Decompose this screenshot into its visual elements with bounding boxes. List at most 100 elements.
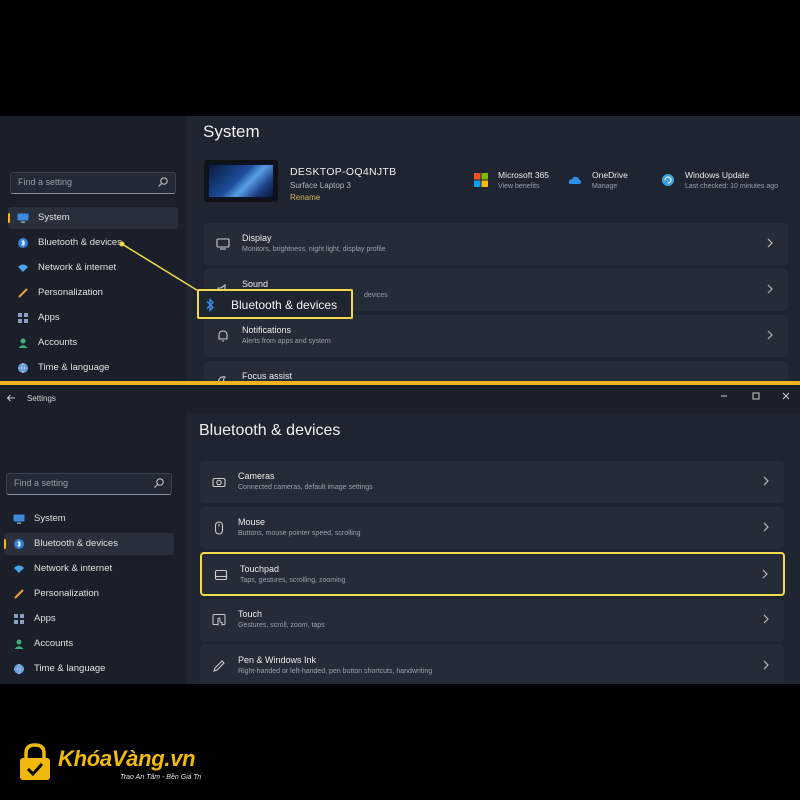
search-input[interactable]: Find a setting [10,172,176,194]
quick-link-sub: View benefits [498,183,540,190]
brush-icon [14,589,24,599]
wifi-icon [18,264,28,272]
top-sidebar: Find a setting System Bluetooth & device… [0,116,186,382]
card-title: Touchpad [240,564,280,574]
touchpad-icon [214,569,228,581]
card-subtitle: Gestures, scroll, zoom, taps [238,622,325,629]
quick-link-title: OneDrive [592,170,628,180]
device-model: Surface Laptop 3 [290,181,351,190]
sidebar-item-network[interactable]: Network & internet [4,558,174,580]
sidebar-item-label: Personalization [34,588,99,599]
brand-tagline: Trao An Tâm - Bền Giá Trị [120,774,202,781]
device-name: DESKTOP-OQ4NJTB [290,166,397,178]
sidebar-item-label: Bluetooth & devices [34,538,118,549]
quick-link-title: Microsoft 365 [498,170,550,180]
bluetooth-icon [206,297,214,313]
card-subtitle: Alerts from apps and system [242,338,331,345]
close-icon[interactable] [780,390,792,402]
brush-icon [18,288,28,298]
chevron-right-icon [767,284,773,294]
card-title: Touch [238,609,263,619]
sidebar-item-time-language[interactable]: Time & language [4,658,174,680]
chevron-right-icon [767,238,773,248]
sidebar-item-time-language[interactable]: Time & language [8,357,178,379]
bottom-settings-panel: Settings Find a setting System Bluetooth… [0,385,800,684]
top-settings-panel: Find a setting System Bluetooth & device… [0,116,800,382]
rename-link[interactable]: Rename [290,193,320,202]
sidebar-item-label: Personalization [38,287,103,298]
settings-card-display[interactable]: Display Monitors, brightness, night ligh… [204,223,788,265]
sidebar-item-system[interactable]: System [4,508,174,530]
page-title: System [203,122,260,141]
settings-card-cameras[interactable]: Cameras Connected cameras, default image… [200,461,784,503]
card-subtitle: devices [364,292,388,299]
settings-card-notifications[interactable]: Notifications Alerts from apps and syste… [204,315,788,357]
sidebar-item-label: Time & language [34,663,106,674]
card-title: Notifications [242,325,292,335]
cloud-icon [568,176,582,184]
card-title: Mouse [238,517,266,527]
globe-icon [14,663,24,675]
sidebar-item-apps[interactable]: Apps [8,307,178,329]
monitor-icon [17,213,29,223]
sidebar-item-label: Apps [38,312,60,323]
apps-icon [18,313,28,323]
search-icon [158,177,168,187]
search-placeholder: Find a setting [18,177,73,187]
device-thumbnail [204,160,278,202]
window-title-bar: Settings [0,385,800,413]
settings-card-mouse[interactable]: Mouse Buttons, mouse pointer speed, scro… [200,507,784,549]
mouse-icon [214,521,224,535]
card-subtitle: Monitors, brightness, night light, displ… [242,246,386,253]
sidebar-item-label: Accounts [34,638,74,649]
settings-card-touchpad[interactable]: Touchpad Taps, gestures, scrolling, zoom… [200,552,785,596]
bluetooth-icon [18,238,28,248]
card-subtitle: Buttons, mouse pointer speed, scrolling [238,530,361,537]
chevron-right-icon [763,476,769,486]
card-subtitle: Right-handed or left-handed, pen button … [238,668,433,675]
sidebar-item-personalization[interactable]: Personalization [4,583,174,605]
settings-card-touch[interactable]: Touch Gestures, scroll, zoom, taps [200,599,784,641]
page-title: Bluetooth & devices [199,422,341,439]
sidebar-item-label: Network & internet [38,262,117,273]
card-subtitle: Taps, gestures, scrolling, zooming [240,577,346,584]
settings-card-focus-assist[interactable]: Focus assist [204,361,788,382]
search-input[interactable]: Find a setting [6,473,172,495]
quick-link-sub: Manage [592,183,618,190]
sidebar-item-label: Network & internet [34,563,113,574]
bottom-sidebar: Find a setting System Bluetooth & device… [0,413,186,684]
sidebar-item-accounts[interactable]: Accounts [4,633,174,655]
minimize-icon[interactable] [718,390,730,402]
sidebar-item-accounts[interactable]: Accounts [8,332,178,354]
brand-name: KhóaVàng.vn [58,746,196,771]
sidebar-item-bluetooth[interactable]: Bluetooth & devices [4,533,174,555]
sidebar-item-label: Accounts [38,337,78,348]
chevron-right-icon [762,569,768,579]
search-placeholder: Find a setting [14,478,69,488]
camera-icon [212,477,226,488]
back-arrow-icon[interactable] [6,393,16,403]
apps-icon [14,614,24,624]
sidebar-item-apps[interactable]: Apps [4,608,174,630]
maximize-icon[interactable] [750,390,762,402]
touch-icon [212,614,226,626]
card-title: Sound [242,279,269,289]
chevron-right-icon [763,614,769,624]
sidebar-item-bluetooth[interactable]: Bluetooth & devices [8,232,178,254]
pen-icon [213,660,225,672]
sidebar-item-label: Time & language [38,362,110,373]
sidebar-item-label: Apps [34,613,56,624]
sidebar-item-label: System [38,212,70,223]
chevron-right-icon [767,330,773,340]
settings-card-pen[interactable]: Pen & Windows Ink Right-handed or left-h… [200,645,784,684]
sidebar-item-personalization[interactable]: Personalization [8,282,178,304]
callout-label: Bluetooth & devices [231,298,338,312]
sidebar-item-network[interactable]: Network & internet [8,257,178,279]
bell-icon [218,330,228,342]
display-icon [216,238,230,250]
update-icon [662,174,674,186]
card-title: Pen & Windows Ink [238,655,317,665]
microsoft-logo-icon [474,173,488,187]
wifi-icon [14,565,24,573]
sidebar-item-system[interactable]: System [8,207,178,229]
